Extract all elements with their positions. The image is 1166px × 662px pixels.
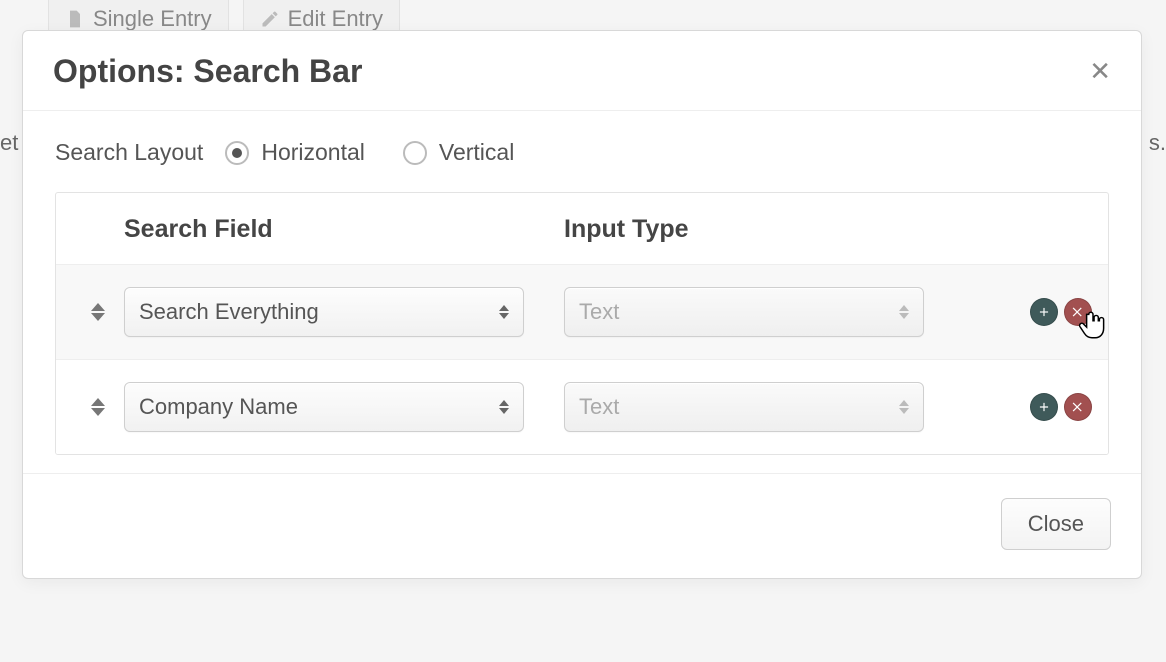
select-value: Search Everything [139, 299, 319, 325]
add-row-button[interactable] [1030, 393, 1058, 421]
background-text-fragment: s. [1149, 130, 1166, 156]
select-arrows-icon [499, 400, 509, 414]
remove-row-button[interactable] [1064, 393, 1092, 421]
background-tab-label: Edit Entry [288, 6, 383, 32]
radio-label: Vertical [439, 139, 514, 166]
search-field-select[interactable]: Search Everything [124, 287, 524, 337]
table-row: Search Everything Text [56, 264, 1108, 359]
close-icon[interactable]: ✕ [1089, 56, 1111, 87]
table-row: Company Name Text [56, 359, 1108, 454]
select-value: Text [579, 299, 619, 325]
header-search-field: Search Field [124, 215, 564, 244]
background-tab-label: Single Entry [93, 6, 212, 32]
background-text-fragment: et [0, 130, 18, 156]
modal-footer: Close [23, 473, 1141, 578]
drag-handle-icon[interactable] [72, 303, 124, 321]
remove-row-button[interactable] [1064, 298, 1092, 326]
modal-header: Options: Search Bar ✕ [23, 31, 1141, 110]
radio-icon [225, 141, 249, 165]
plus-icon [1037, 400, 1051, 414]
radio-label: Horizontal [261, 139, 365, 166]
table-header: Search Field Input Type [56, 193, 1108, 264]
select-arrows-icon [899, 305, 909, 319]
header-input-type: Input Type [564, 215, 972, 244]
options-modal: Options: Search Bar ✕ Search Layout Hori… [22, 30, 1142, 579]
search-field-select[interactable]: Company Name [124, 382, 524, 432]
plus-icon [1037, 305, 1051, 319]
modal-title: Options: Search Bar [53, 53, 362, 90]
pencil-icon [260, 9, 280, 29]
search-fields-table: Search Field Input Type Search Everythin… [55, 192, 1109, 455]
modal-body: Search Layout Horizontal Vertical Search… [23, 110, 1141, 455]
select-value: Text [579, 394, 619, 420]
x-icon [1071, 305, 1085, 319]
close-button[interactable]: Close [1001, 498, 1111, 550]
select-arrows-icon [499, 305, 509, 319]
search-layout-label: Search Layout [55, 139, 203, 166]
x-icon [1071, 400, 1085, 414]
drag-handle-icon[interactable] [72, 398, 124, 416]
page-icon [65, 9, 85, 29]
select-value: Company Name [139, 394, 298, 420]
layout-radio-vertical[interactable]: Vertical [403, 139, 514, 166]
select-arrows-icon [899, 400, 909, 414]
layout-radio-horizontal[interactable]: Horizontal [225, 139, 365, 166]
input-type-select[interactable]: Text [564, 382, 924, 432]
add-row-button[interactable] [1030, 298, 1058, 326]
search-layout-row: Search Layout Horizontal Vertical [55, 139, 1109, 166]
radio-icon [403, 141, 427, 165]
input-type-select[interactable]: Text [564, 287, 924, 337]
